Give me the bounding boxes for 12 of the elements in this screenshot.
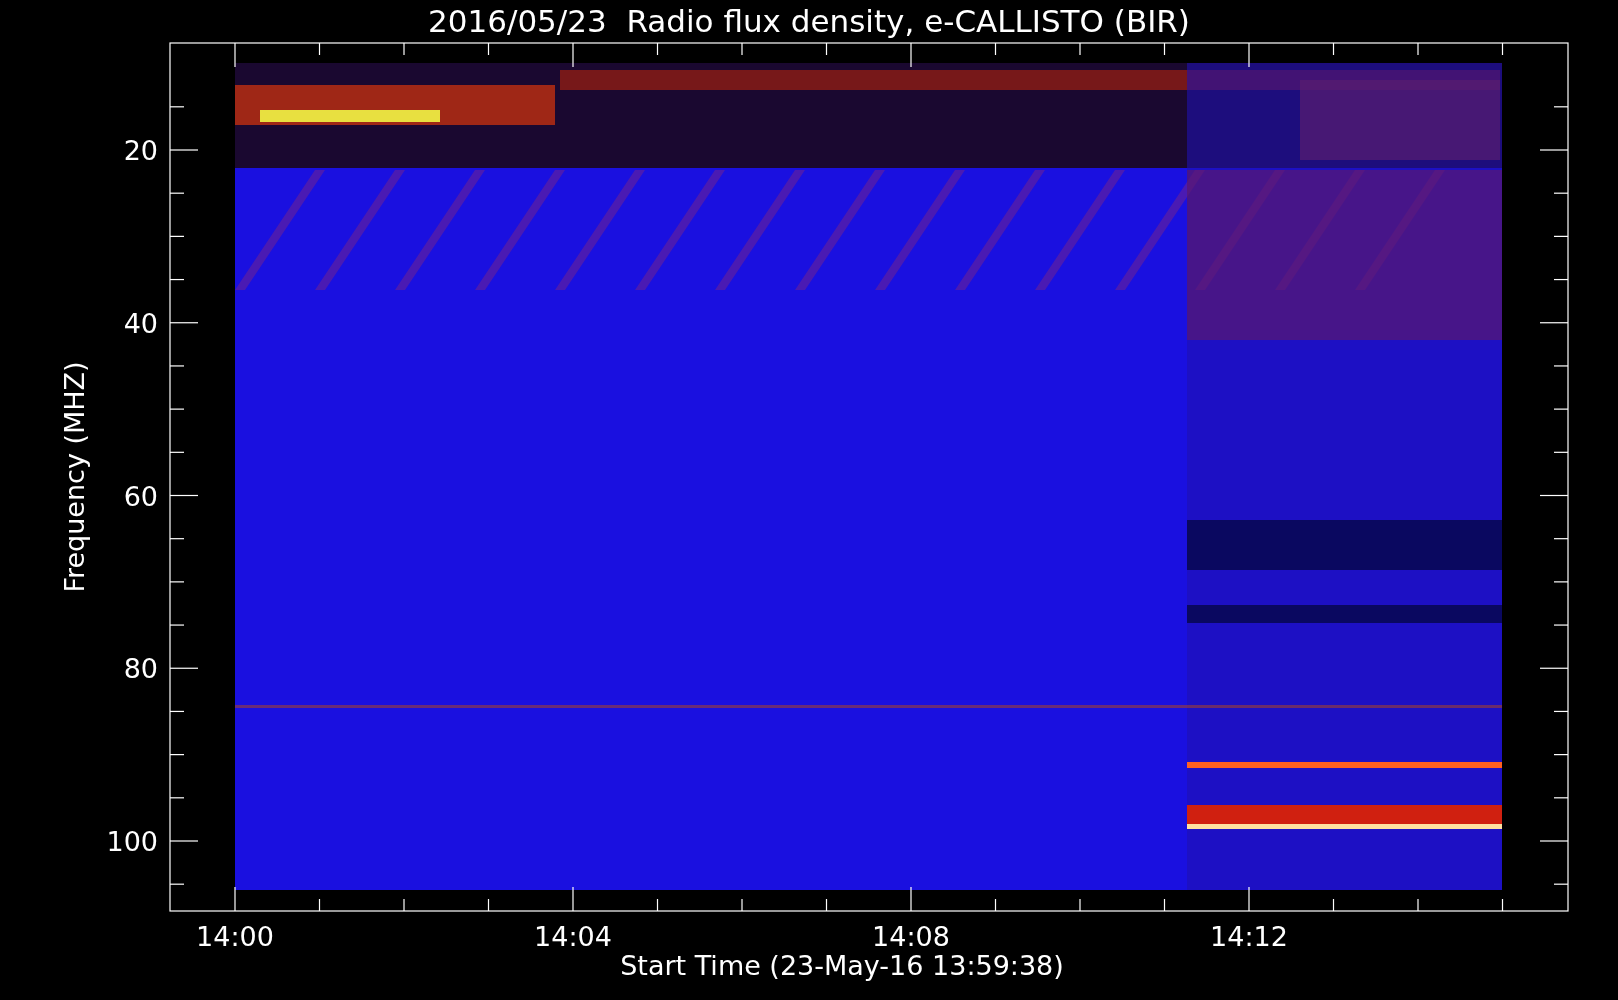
tick-label: 80 xyxy=(123,653,158,685)
tick-label: 40 xyxy=(123,307,158,339)
tick-label: 14:04 xyxy=(534,921,612,952)
axis-label: Start Time (23-May-16 13:59:38) xyxy=(620,950,1064,981)
tick-label: 14:12 xyxy=(1210,921,1288,952)
tick-label: 20 xyxy=(123,135,158,166)
tick-label: 60 xyxy=(123,480,158,512)
tick-label: 14:00 xyxy=(196,921,274,952)
axis-label: Frequency (MHZ) xyxy=(59,361,90,593)
chart-title: 2016/05/23 Radio flux density, e-CALLISTO (BIR) xyxy=(428,3,1190,39)
tick-label: 100 xyxy=(106,826,158,857)
tick-label: 14:08 xyxy=(872,921,950,952)
